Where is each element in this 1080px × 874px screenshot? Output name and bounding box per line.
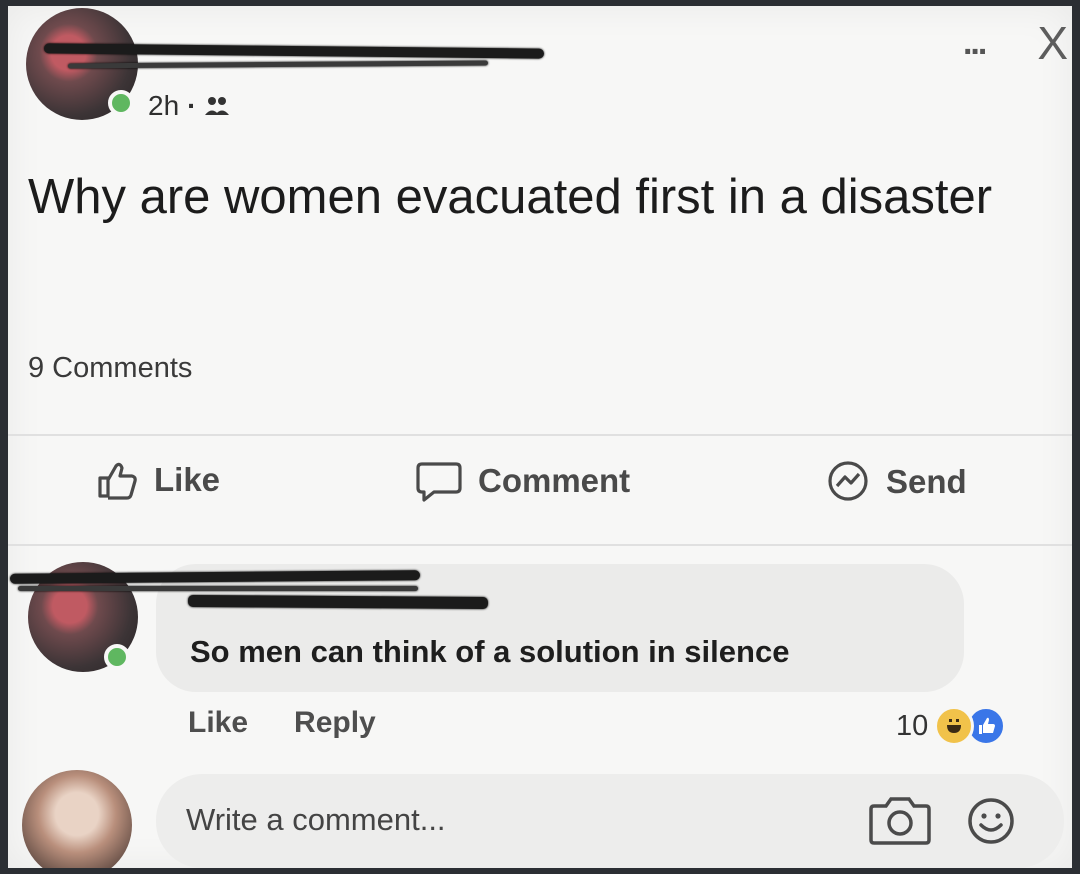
friends-icon: [205, 97, 230, 115]
like-label: Like: [154, 461, 221, 498]
comment-actions: Like Reply: [188, 706, 376, 740]
comment-count[interactable]: 9 Comments: [28, 352, 192, 385]
divider: [8, 434, 1072, 436]
reaction-count: 10: [896, 709, 929, 742]
post-meta: 2h ·: [148, 90, 230, 122]
comment-text: So men can think of a solution in silenc…: [190, 634, 790, 669]
haha-reaction-icon: [934, 706, 975, 746]
comment-label: Comment: [478, 462, 631, 499]
post-time[interactable]: 2h: [148, 90, 179, 122]
comment-input[interactable]: [186, 802, 786, 838]
send-label: Send: [886, 463, 967, 500]
more-options-button[interactable]: ...: [963, 26, 987, 60]
online-status-indicator: [108, 90, 134, 116]
post-card: 2h · ... X Why are women evacuated first…: [8, 6, 1072, 868]
post-text: Why are women evacuated first in a disas…: [28, 170, 993, 224]
redacted-commenter-name-2: [187, 594, 489, 610]
current-user-avatar: [22, 770, 132, 868]
send-button[interactable]: Send: [826, 460, 967, 504]
comment-composer[interactable]: [156, 774, 1064, 868]
smiley-icon[interactable]: [966, 796, 1016, 846]
comment-bubble: So men can think of a solution in silenc…: [156, 564, 964, 692]
comment-like-button[interactable]: Like: [188, 706, 248, 740]
post-action-bar: Like Comment Send: [8, 460, 1072, 520]
thumbs-up-icon: [98, 462, 137, 500]
comment-icon: [416, 462, 462, 502]
close-button[interactable]: X: [1037, 20, 1068, 66]
post-header-controls: ... X: [963, 20, 1072, 66]
comment-reactions[interactable]: 10: [896, 706, 1007, 746]
comment-reply-button[interactable]: Reply: [294, 706, 376, 740]
camera-icon[interactable]: [868, 794, 932, 846]
online-status-indicator: [104, 644, 130, 670]
redacted-commenter-name-stroke: [18, 586, 418, 591]
comment-button[interactable]: Comment: [416, 460, 630, 502]
divider: [8, 544, 1072, 546]
like-button[interactable]: Like: [96, 460, 220, 500]
meta-separator: ·: [187, 90, 197, 121]
messenger-icon: [828, 461, 868, 501]
